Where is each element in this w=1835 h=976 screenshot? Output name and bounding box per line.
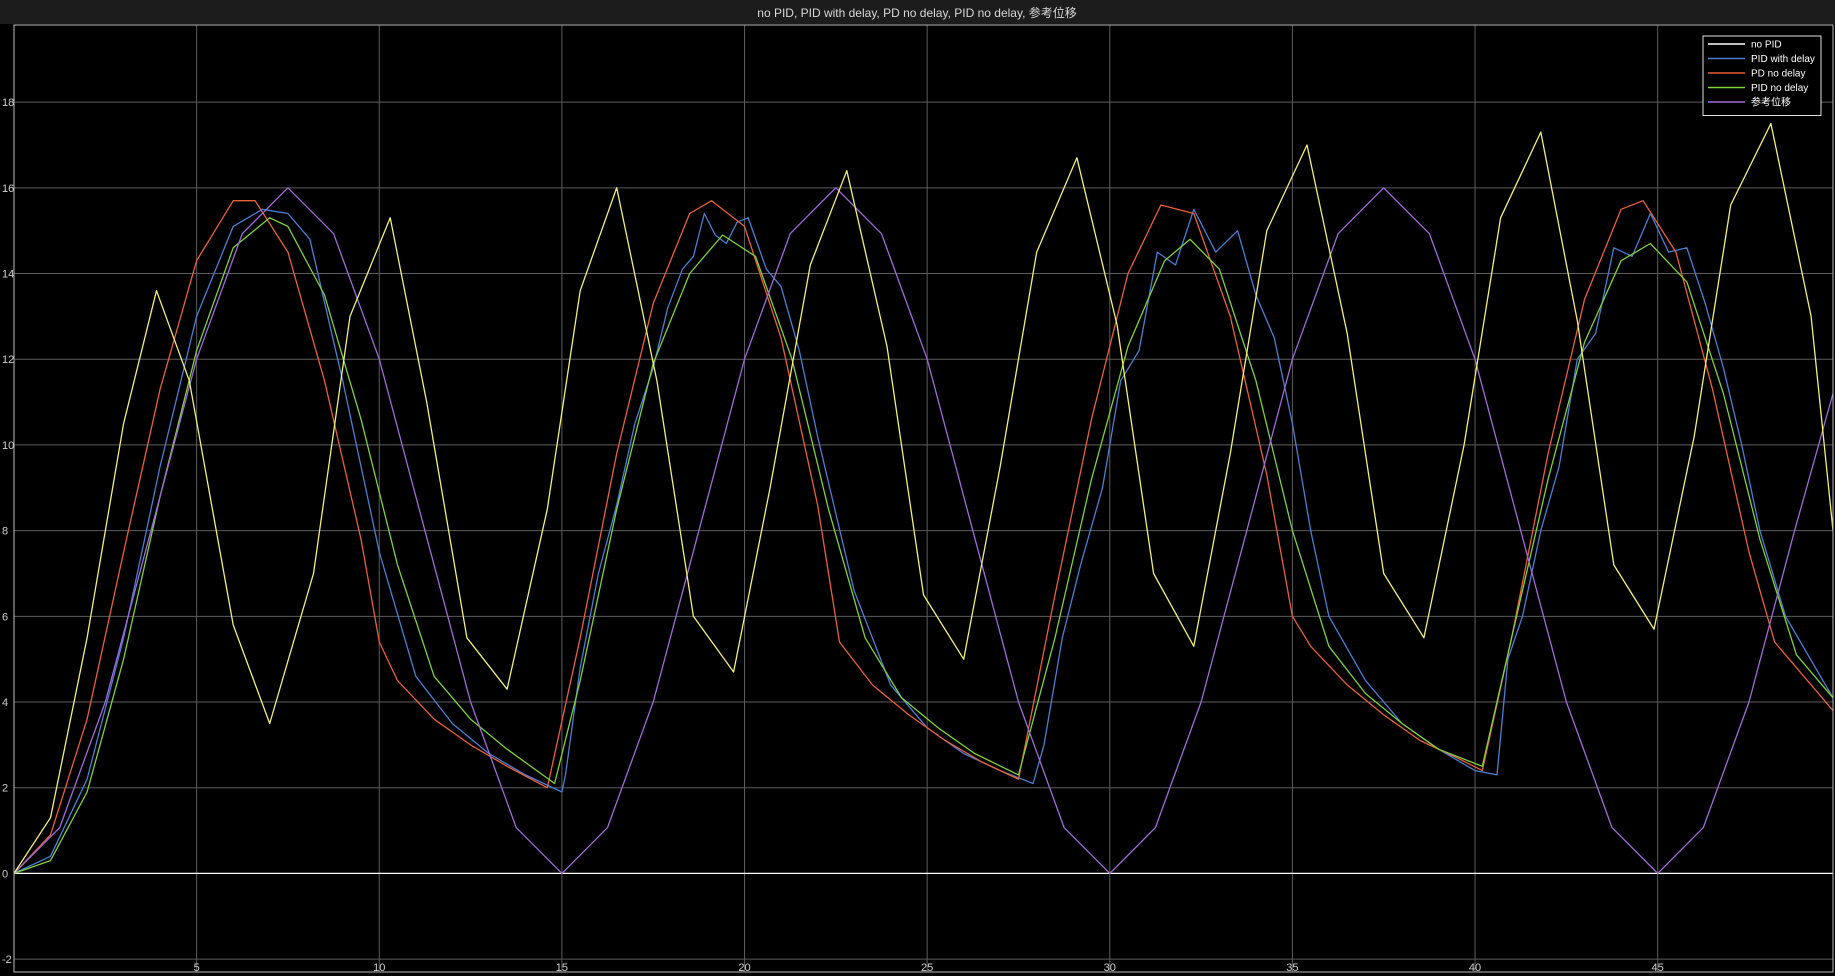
legend[interactable]: no PID PID with delay PD no delay PID no de… — [1702, 35, 1822, 116]
y-tick-label: 16 — [2, 183, 14, 195]
legend-entry: no PID — [1751, 40, 1782, 51]
y-tick-label: 8 — [2, 526, 8, 538]
y-tick-label: 6 — [2, 611, 8, 623]
y-tick-label: -2 — [2, 954, 12, 966]
y-tick-label: 0 — [2, 868, 8, 880]
y-tick-label: 2 — [2, 783, 8, 795]
y-tick-label: 12 — [2, 354, 14, 366]
figure-background — [0, 0, 1835, 976]
legend-entry: PID no delay — [1751, 83, 1808, 94]
y-tick-label: 18 — [2, 97, 14, 109]
legend-entry: PID with delay — [1751, 54, 1815, 65]
scope-figure: no PID, PID with delay, PD no delay, PID… — [0, 0, 1835, 976]
legend-entry: PD no delay — [1751, 69, 1805, 80]
legend-entry: 参考位移 — [1751, 96, 1791, 109]
y-tick-label: 14 — [2, 269, 14, 281]
y-tick-label: 10 — [2, 440, 14, 452]
chart-title: no PID, PID with delay, PD no delay, PID… — [757, 5, 1076, 20]
y-tick-label: 4 — [2, 697, 8, 709]
